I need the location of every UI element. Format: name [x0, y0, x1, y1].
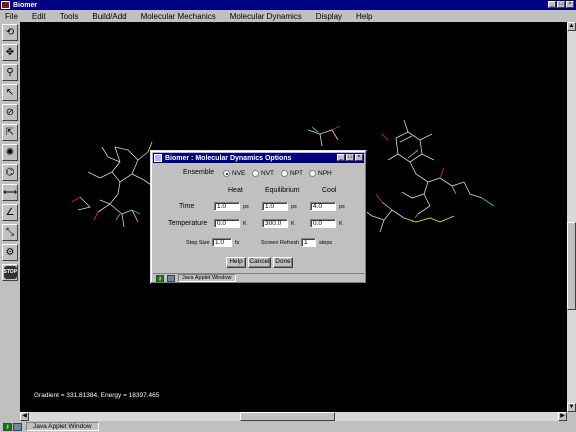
move-icon[interactable]: ✥	[2, 44, 18, 61]
screen-refresh-label: Screen Refresh	[261, 240, 300, 246]
time-equilibrium-unit: ps	[291, 204, 297, 210]
col-cool-header: Cool	[322, 187, 337, 194]
menu-tools[interactable]: Tools	[60, 12, 79, 21]
menu-build-add[interactable]: Build/Add	[92, 12, 126, 21]
java-key-icon: ⚷	[3, 422, 12, 431]
applet-statusbar: ⚷ Java Applet Window	[0, 421, 576, 432]
window-titlebar[interactable]: Biomer _ □ ×	[0, 0, 576, 10]
temp-heat-input[interactable]: 0.0	[214, 219, 240, 228]
torsion-drive-icon[interactable]: ⚙	[2, 244, 18, 261]
radio-npt-label[interactable]: NPT	[290, 170, 303, 177]
window-controls: _ □ ×	[548, 1, 574, 8]
scroll-up-icon[interactable]: ▲	[567, 22, 576, 31]
temp-equilibrium-input[interactable]: 300.0	[262, 219, 288, 228]
java-cup-icon	[13, 422, 22, 431]
horizontal-scroll-thumb[interactable]	[240, 412, 335, 421]
dialog-java-key-icon: ⚷	[156, 274, 164, 282]
radio-nve[interactable]	[223, 170, 230, 177]
temp-heat-unit: K	[243, 221, 247, 227]
menu-edit[interactable]: Edit	[32, 12, 46, 21]
time-equilibrium-input[interactable]: 1.0	[262, 202, 288, 211]
done-button[interactable]: Done	[273, 257, 293, 268]
maximize-button[interactable]: □	[557, 1, 565, 8]
time-heat-input[interactable]: 1.0	[214, 202, 240, 211]
center-fragment	[307, 129, 339, 147]
radio-nph-label[interactable]: NPH	[318, 170, 332, 177]
close-button[interactable]: ×	[566, 1, 574, 8]
select-atom-icon[interactable]: ⇱	[2, 124, 18, 141]
radio-nvt-label[interactable]: NVT	[261, 170, 274, 177]
dialog-minimize-button[interactable]: _	[337, 154, 345, 161]
menu-molecular-mechanics[interactable]: Molecular Mechanics	[141, 12, 216, 21]
left-molecule	[77, 141, 155, 228]
menu-file[interactable]: File	[5, 12, 18, 21]
temperature-label: Temperature	[168, 220, 208, 227]
scroll-left-icon[interactable]: ◀	[20, 412, 29, 421]
vertical-scroll-thumb[interactable]	[567, 222, 576, 310]
ensemble-label: Ensemble	[183, 169, 215, 176]
zoom-icon[interactable]: ⚲	[2, 64, 18, 81]
temp-cool-unit: K	[339, 221, 343, 227]
select-arrow-icon[interactable]: ↖	[2, 84, 18, 101]
dialog-window-controls: _ □ ×	[337, 154, 363, 161]
step-size-input[interactable]: 1.0	[212, 238, 232, 247]
dialog-title: Biomer : Molecular Dynamics Options	[165, 154, 292, 162]
dialog-maximize-button[interactable]: □	[346, 154, 354, 161]
dialog-app-icon	[154, 154, 162, 162]
rotate-icon[interactable]: ⟲	[2, 24, 18, 41]
scroll-right-icon[interactable]: ▶	[558, 412, 567, 421]
dialog-close-button[interactable]: ×	[355, 154, 363, 161]
temp-cool-input[interactable]: 0.0	[310, 219, 336, 228]
help-button[interactable]: Help	[226, 257, 246, 268]
col-equilibrium-header: Equilibrium	[265, 187, 300, 194]
build-icon[interactable]: ⌬	[2, 164, 18, 181]
stop-label: STOP	[3, 266, 17, 279]
vertical-scrollbar[interactable]: ▲ ▼	[567, 22, 576, 412]
step-size-label: Step Size	[186, 240, 210, 246]
cancel-button[interactable]: Cancel	[248, 257, 271, 268]
screen-refresh-unit: steps	[319, 240, 333, 246]
step-size-unit: fs	[235, 240, 240, 246]
biomer-app-icon	[1, 1, 10, 9]
col-heat-header: Heat	[228, 187, 243, 194]
radio-npt[interactable]	[281, 170, 288, 177]
radio-nph[interactable]	[309, 170, 316, 177]
menu-molecular-dynamics[interactable]: Molecular Dynamics	[230, 12, 302, 21]
radio-nvt[interactable]	[252, 170, 259, 177]
right-molecule	[363, 119, 483, 233]
window-title: Biomer	[13, 1, 38, 9]
right-sulfur-bonds	[403, 215, 455, 223]
menubar: File Edit Tools Build/Add Molecular Mech…	[0, 10, 576, 22]
energy-status: Gradient = 331.81384, Energy = 18397.465	[34, 392, 160, 399]
menu-display[interactable]: Display	[316, 12, 342, 21]
measure-angle-icon[interactable]: ∠	[2, 204, 18, 221]
scroll-down-icon[interactable]: ▼	[567, 403, 576, 412]
md-options-dialog: Biomer : Molecular Dynamics Options _ □ …	[150, 150, 367, 284]
tool-palette: ⟲ ✥ ⚲ ↖ ⊘ ⇱ ✺ ⌬ ⟷ ∠ ⤡ ⚙ STOP	[0, 22, 20, 414]
center-oxygen	[331, 125, 341, 131]
dialog-titlebar[interactable]: Biomer : Molecular Dynamics Options _ □ …	[153, 153, 364, 163]
screen-refresh-input[interactable]: 1	[301, 238, 316, 247]
applet-window-label: Java Applet Window	[26, 422, 99, 431]
temp-equilibrium-unit: K	[291, 221, 295, 227]
time-cool-input[interactable]: 4.0	[310, 202, 336, 211]
measure-torsion-icon[interactable]: ⤡	[2, 224, 18, 241]
dialog-applet-status: ⚷ Java Applet Window	[153, 273, 364, 282]
stop-icon[interactable]: STOP	[2, 264, 18, 281]
radio-nve-label[interactable]: NVE	[232, 170, 245, 177]
horizontal-scrollbar[interactable]: ◀ ▶	[20, 412, 567, 421]
time-heat-unit: ps	[243, 204, 249, 210]
minimize-button[interactable]: _	[548, 1, 556, 8]
menu-help[interactable]: Help	[356, 12, 372, 21]
dialog-applet-window-label: Java Applet Window	[178, 274, 236, 282]
time-label: Time	[179, 203, 195, 210]
lasso-icon[interactable]: ⊘	[2, 104, 18, 121]
right-oxygen-bonds	[375, 133, 445, 203]
time-cool-unit: ps	[339, 204, 345, 210]
add-atom-icon[interactable]: ✺	[2, 144, 18, 161]
measure-distance-icon[interactable]: ⟷	[2, 184, 18, 201]
dialog-java-cup-icon	[167, 274, 175, 282]
